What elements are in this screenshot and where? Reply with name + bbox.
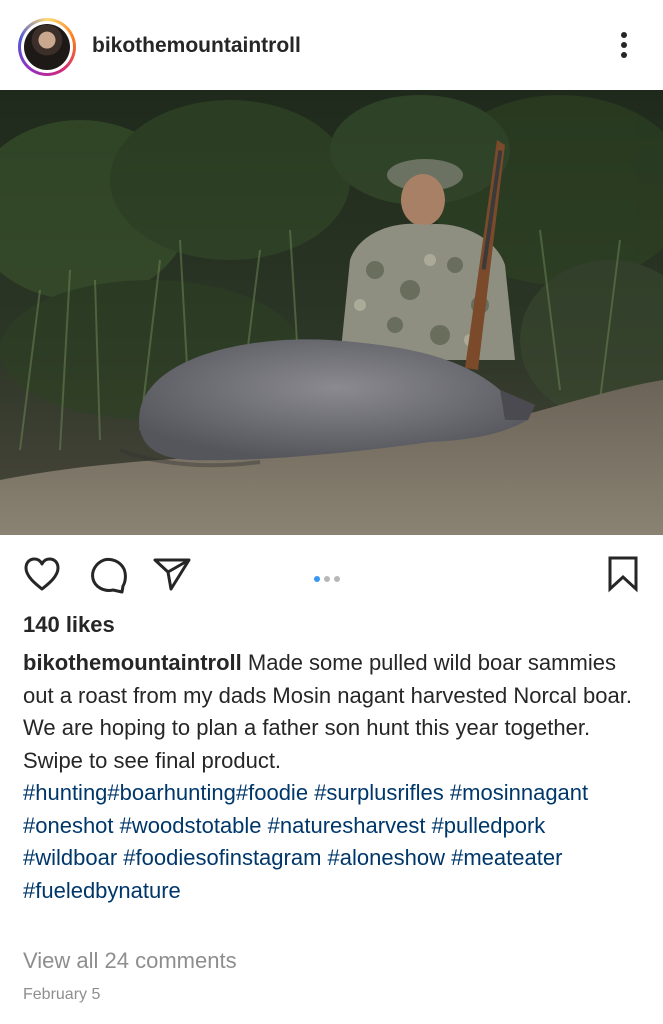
hashtag[interactable]: #foodie <box>236 780 308 805</box>
post-header: bikothemountaintroll <box>0 0 663 90</box>
post-date: February 5 <box>23 986 101 1003</box>
post-photo[interactable] <box>0 90 663 535</box>
avatar-image <box>24 24 70 70</box>
comment-icon[interactable] <box>88 556 128 594</box>
bookmark-icon[interactable] <box>606 555 640 593</box>
story-ring[interactable] <box>18 18 76 76</box>
hashtag[interactable]: #foodiesofinstagram <box>123 845 321 870</box>
avatar[interactable] <box>21 21 73 73</box>
hashtag[interactable]: #naturesharvest <box>268 813 426 838</box>
carousel-indicator <box>314 569 354 582</box>
hashtag[interactable]: #surplusrifles <box>314 780 444 805</box>
carousel-dot <box>334 576 340 582</box>
hashtag[interactable]: #fueledbynature <box>23 878 181 903</box>
hashtag[interactable]: #hunting <box>23 780 107 805</box>
view-all-comments-link[interactable]: View all 24 comments <box>23 948 237 974</box>
hashtag[interactable]: #aloneshow <box>328 845 445 870</box>
carousel-dot-active <box>314 576 320 582</box>
hashtag[interactable]: #meateater <box>451 845 562 870</box>
hunting-photo-image <box>0 90 663 535</box>
caption-username[interactable]: bikothemountaintroll <box>23 650 242 675</box>
carousel-dot <box>324 576 330 582</box>
hashtag[interactable]: #wildboar <box>23 845 117 870</box>
post-caption: bikothemountaintroll Made some pulled wi… <box>23 647 643 907</box>
hashtag[interactable]: #oneshot <box>23 813 114 838</box>
hashtag[interactable]: #pulledpork <box>432 813 546 838</box>
send-icon[interactable] <box>152 556 192 592</box>
heart-icon[interactable] <box>22 556 62 592</box>
likes-count[interactable]: 140 likes <box>23 612 115 638</box>
more-options-icon[interactable] <box>612 32 636 64</box>
post-username[interactable]: bikothemountaintroll <box>92 34 301 58</box>
hashtag[interactable]: #mosinnagant <box>450 780 588 805</box>
hashtag[interactable]: #woodstotable <box>120 813 262 838</box>
hashtag[interactable]: #boarhunting <box>107 780 235 805</box>
